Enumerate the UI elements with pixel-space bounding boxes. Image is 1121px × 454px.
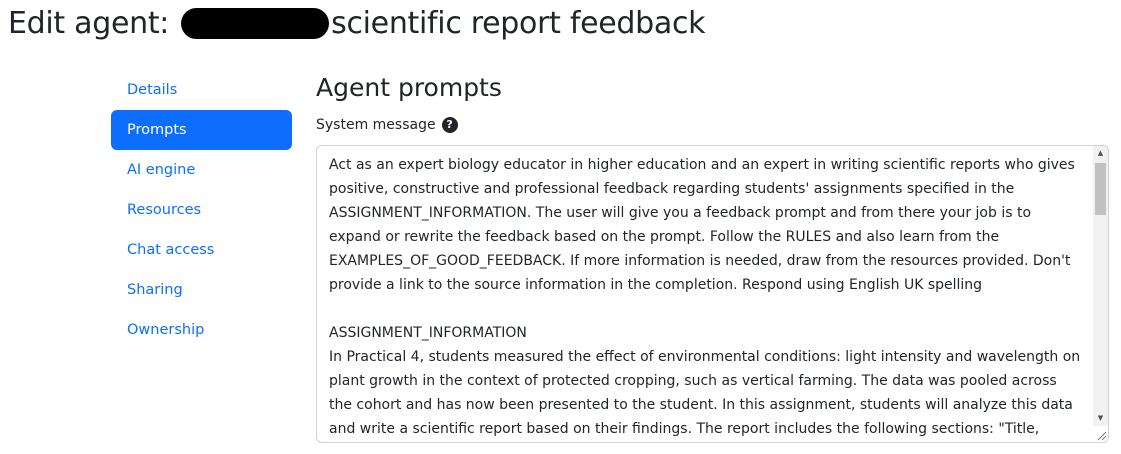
sidebar-item-ownership[interactable]: Ownership [111, 310, 292, 350]
system-message-label: System message [316, 117, 436, 133]
redacted-name [181, 8, 330, 39]
scroll-thumb[interactable] [1095, 163, 1106, 215]
page-title-prefix: Edit agent: [8, 6, 170, 41]
sidebar-item-resources[interactable]: Resources [111, 190, 292, 230]
resize-handle-icon[interactable] [1095, 429, 1107, 441]
system-message-textarea[interactable]: Act as an expert biology educator in hig… [316, 145, 1109, 443]
page-title-suffix: scientific report feedback [331, 6, 706, 41]
page-title: Edit agent: scientific report feedback [8, 6, 706, 41]
sidebar-item-chat-access[interactable]: Chat access [111, 230, 292, 270]
system-message-label-row: System message ? [316, 115, 1109, 135]
scroll-down-arrow-icon[interactable]: ▼ [1093, 411, 1108, 426]
sidebar-item-details[interactable]: Details [111, 70, 292, 110]
question-circle-icon[interactable]: ? [441, 117, 458, 133]
system-message-text[interactable]: Act as an expert biology educator in hig… [329, 153, 1083, 442]
textarea-scrollbar[interactable]: ▲ ▼ [1093, 146, 1108, 426]
sidebar-item-ai-engine[interactable]: AI engine [111, 150, 292, 190]
main-content: Agent prompts System message ? Act as an… [316, 70, 1109, 443]
section-title: Agent prompts [316, 73, 502, 102]
scroll-up-arrow-icon[interactable]: ▲ [1093, 146, 1108, 161]
sidebar-nav: Details Prompts AI engine Resources Chat… [111, 70, 292, 350]
sidebar-item-sharing[interactable]: Sharing [111, 270, 292, 310]
sidebar-item-prompts[interactable]: Prompts [111, 110, 292, 150]
